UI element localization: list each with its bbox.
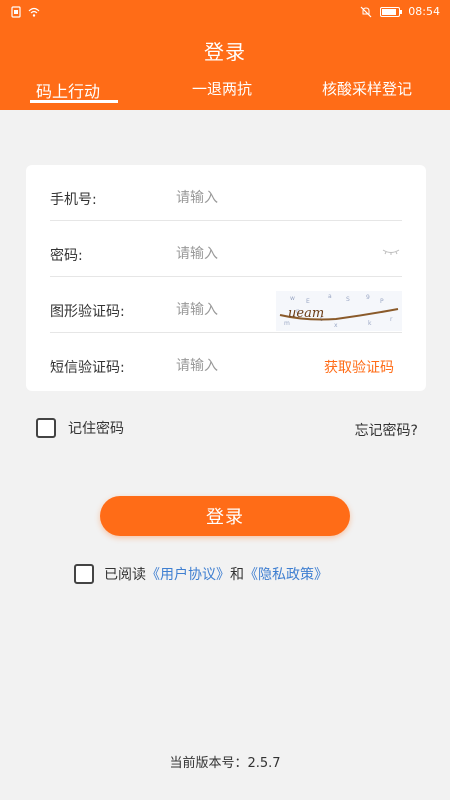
agreement-row: 已阅读《用户协议》和《隐私政策》 bbox=[74, 564, 328, 584]
agreement-text: 已阅读《用户协议》和《隐私政策》 bbox=[104, 564, 328, 584]
agreement-prefix: 已阅读 bbox=[104, 567, 146, 583]
password-label: 密码: bbox=[50, 248, 83, 264]
agreement-checkbox[interactable] bbox=[74, 564, 94, 584]
eye-closed-icon[interactable] bbox=[382, 249, 400, 255]
tab-bar: 码上行动 一退两抗 核酸采样登记 bbox=[0, 78, 450, 110]
password-input[interactable] bbox=[176, 243, 296, 265]
mute-icon bbox=[360, 6, 372, 17]
phone-label: 手机号: bbox=[50, 192, 97, 208]
active-tab-indicator bbox=[30, 100, 118, 103]
login-button[interactable]: 登录 bbox=[100, 496, 350, 536]
wifi-icon bbox=[28, 7, 40, 17]
status-bar-right: 08:54 bbox=[360, 5, 440, 18]
tab-nucleic-acid-registration[interactable]: 核酸采样登记 bbox=[322, 78, 412, 99]
sms-row: 短信验证码: 获取验证码 bbox=[50, 333, 402, 389]
svg-text:E: E bbox=[306, 298, 310, 305]
captcha-image[interactable]: w Ea S 9P mxk rtn ueam bbox=[276, 291, 402, 331]
status-bar: 08:54 bbox=[0, 0, 450, 26]
remember-password-label: 记住密码 bbox=[68, 421, 124, 437]
svg-text:S: S bbox=[346, 296, 350, 303]
login-form-card: 手机号: 密码: 图形验证码: wEa S9P mxk rtn ueam 短 bbox=[26, 165, 426, 391]
battery-icon bbox=[380, 6, 403, 17]
agreement-conjunction: 和 bbox=[230, 567, 244, 583]
phone-input[interactable] bbox=[176, 187, 296, 209]
svg-text:9: 9 bbox=[366, 294, 370, 301]
version-label: 当前版本号：2.5.7 bbox=[169, 756, 281, 771]
tab-code-action[interactable]: 码上行动 bbox=[36, 78, 100, 102]
svg-text:w: w bbox=[290, 295, 295, 302]
sms-code-input[interactable] bbox=[176, 355, 296, 377]
page-title: 登录 bbox=[204, 40, 246, 64]
forgot-password-link[interactable]: 忘记密码? bbox=[355, 420, 418, 440]
app-header: 08:54 登录 码上行动 一退两抗 核酸采样登记 bbox=[0, 0, 450, 110]
sim-icon bbox=[11, 6, 21, 18]
captcha-text: ueam bbox=[288, 306, 324, 321]
phone-row: 手机号: bbox=[50, 165, 402, 221]
user-agreement-link[interactable]: 《用户协议》 bbox=[146, 567, 230, 583]
status-bar-left bbox=[10, 6, 40, 18]
remember-password-toggle[interactable]: 记住密码 bbox=[36, 418, 124, 438]
svg-text:P: P bbox=[380, 298, 384, 305]
remember-password-checkbox[interactable] bbox=[36, 418, 56, 438]
captcha-row: 图形验证码: wEa S9P mxk rtn ueam bbox=[50, 277, 402, 333]
svg-text:k: k bbox=[368, 320, 372, 327]
svg-text:x: x bbox=[334, 322, 338, 329]
svg-text:m: m bbox=[284, 320, 290, 327]
sms-label: 短信验证码: bbox=[50, 360, 125, 376]
svg-text:a: a bbox=[328, 293, 332, 300]
status-time: 08:54 bbox=[408, 5, 440, 18]
captcha-label: 图形验证码: bbox=[50, 304, 125, 320]
tab-one-retreat-two-resist[interactable]: 一退两抗 bbox=[192, 78, 252, 99]
privacy-policy-link[interactable]: 《隐私政策》 bbox=[244, 567, 328, 583]
get-sms-code-button[interactable]: 获取验证码 bbox=[324, 357, 394, 377]
password-row: 密码: bbox=[50, 221, 402, 277]
